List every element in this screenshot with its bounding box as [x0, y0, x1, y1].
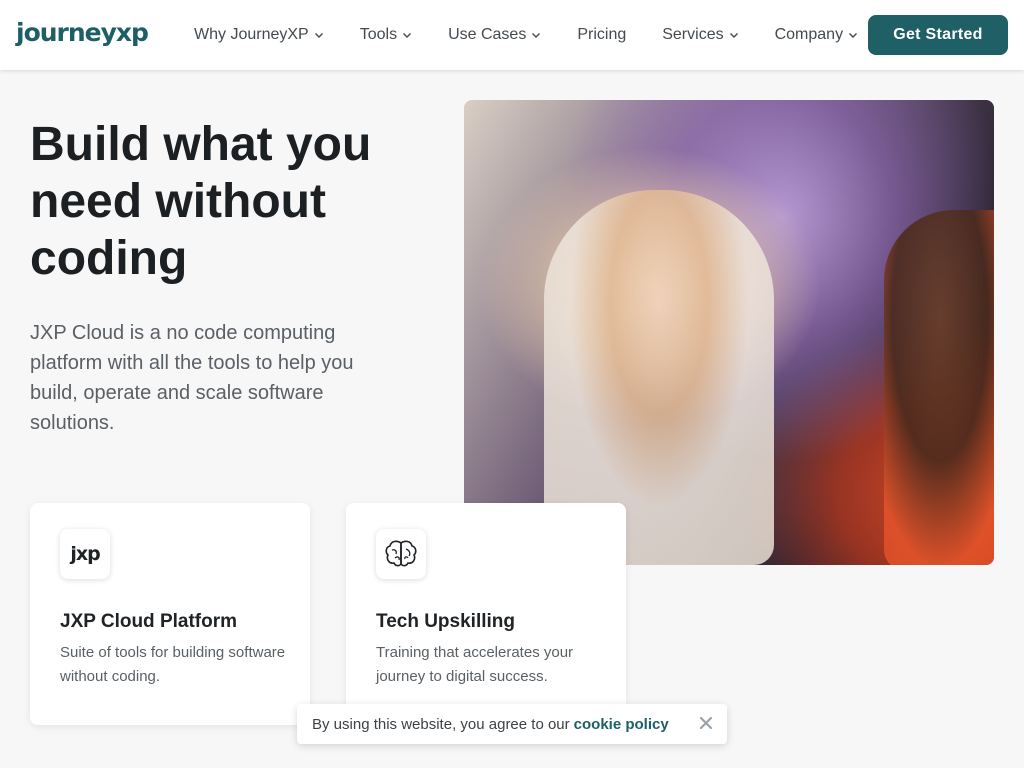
cookie-policy-link[interactable]: cookie policy: [574, 716, 669, 733]
main-nav: Why JourneyXP Tools Use Cases Pricing Se…: [194, 0, 894, 70]
nav-item-label: Tools: [359, 26, 398, 43]
jxp-logo-icon: jxp: [60, 529, 110, 579]
cookie-text: By using this website, you agree to our: [312, 715, 570, 733]
nav-item-services[interactable]: Services: [662, 26, 738, 44]
chevron-down-icon: [403, 33, 412, 38]
nav-item-label: Services: [662, 26, 724, 43]
card-title: Tech Upskilling: [376, 611, 516, 632]
hero-photo: [464, 100, 994, 565]
hero-title: Build what you need without coding: [30, 118, 372, 285]
chevron-down-icon: [729, 33, 738, 38]
card-description: Suite of tools for building software wit…: [60, 644, 286, 685]
nav-item-label: Company: [774, 26, 844, 43]
brain-icon-graphic: [385, 540, 417, 567]
get-started-button[interactable]: Get Started: [868, 15, 1008, 55]
chevron-down-icon: [532, 33, 541, 38]
card-description: Training that accelerates your journey t…: [376, 644, 574, 685]
nav-item-use-cases[interactable]: Use Cases: [448, 26, 541, 44]
hero-photo-person-right: [884, 210, 994, 565]
nav-item-why-journeyxp[interactable]: Why JourneyXP: [194, 26, 324, 44]
hero-description: JXP Cloud is a no code computing platfor…: [30, 322, 354, 434]
nav-item-label: Pricing: [577, 26, 627, 43]
close-icon[interactable]: [699, 716, 713, 730]
site-header: journeyxp Why JourneyXP Tools Use Cases …: [0, 0, 1024, 70]
card-tech-upskilling[interactable]: Tech Upskilling Training that accelerate…: [346, 503, 626, 725]
chevron-down-icon: [314, 33, 323, 38]
nav-item-company[interactable]: Company: [775, 26, 858, 44]
nav-item-tools[interactable]: Tools: [360, 26, 412, 44]
card-title: JXP Cloud Platform: [60, 611, 238, 632]
nav-item-label: Why JourneyXP: [194, 26, 309, 43]
brain-icon: [376, 529, 426, 579]
chevron-down-icon: [849, 33, 858, 38]
card-jxp-cloud-platform[interactable]: jxp JXP Cloud Platform Suite of tools fo…: [30, 503, 310, 725]
jxp-logo-text: jxp: [70, 543, 100, 565]
nav-item-pricing[interactable]: Pricing: [577, 26, 626, 44]
journeyxp-logo[interactable]: journeyxp: [16, 18, 149, 47]
cookie-banner: By using this website, you agree to our …: [297, 704, 727, 744]
nav-item-label: Use Cases: [448, 26, 527, 43]
